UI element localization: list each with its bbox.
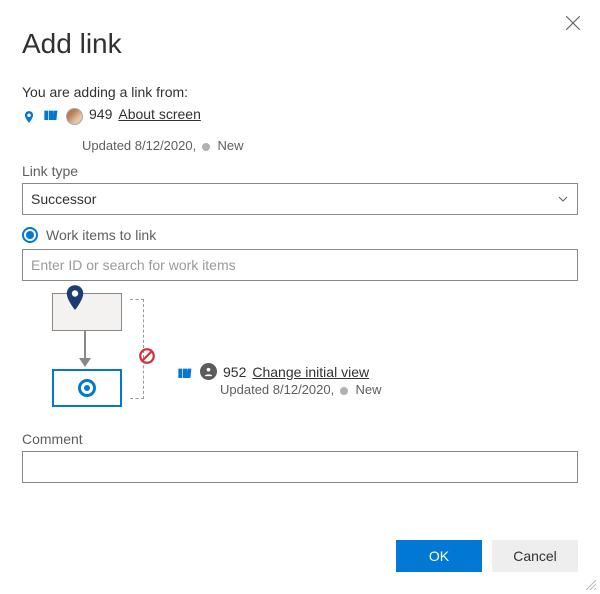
linked-title-link[interactable]: Change initial view: [252, 364, 369, 380]
comment-label: Comment: [22, 431, 578, 447]
dialog-title: Add link: [22, 28, 578, 60]
diagram-arrow-icon: [84, 331, 86, 359]
diagram-pin-icon: [64, 285, 86, 313]
linked-meta: Updated 8/12/2020, New: [220, 382, 381, 397]
work-items-heading: Work items to link: [22, 227, 578, 243]
avatar: [66, 108, 83, 125]
state-dot-icon: [202, 143, 210, 151]
source-work-item: 949 About screen: [22, 106, 578, 124]
state-dot-icon: [340, 387, 348, 395]
diagram-source-card: [52, 293, 122, 331]
linked-id: 952: [223, 364, 246, 380]
linked-state: New: [355, 382, 381, 397]
linked-work-item: 952 Change initial view Updated 8/12/202…: [176, 293, 381, 397]
resize-grip-icon[interactable]: [584, 578, 596, 590]
source-state: New: [217, 138, 243, 153]
source-updated: Updated 8/12/2020,: [82, 138, 196, 153]
linked-updated: Updated 8/12/2020,: [220, 382, 334, 397]
ok-button[interactable]: OK: [396, 540, 482, 572]
link-type-label: Link type: [22, 163, 578, 179]
source-title-link[interactable]: About screen: [118, 106, 201, 122]
pin-icon: [22, 108, 36, 126]
source-meta: Updated 8/12/2020, New: [82, 138, 578, 153]
target-icon: [22, 227, 38, 243]
comment-input[interactable]: [22, 451, 578, 483]
forbidden-icon: [138, 347, 156, 365]
diagram-target-card: [52, 369, 122, 407]
work-items-heading-text: Work items to link: [46, 227, 156, 243]
unassigned-avatar-icon: [200, 363, 217, 380]
source-id: 949: [89, 106, 112, 122]
intro-text: You are adding a link from:: [22, 84, 578, 100]
cancel-button[interactable]: Cancel: [492, 540, 578, 572]
link-type-value: Successor: [31, 191, 96, 207]
work-item-search-input[interactable]: [22, 249, 578, 281]
relationship-diagram: [22, 293, 162, 411]
chevron-down-icon: [557, 193, 569, 205]
close-button[interactable]: [564, 14, 582, 32]
book-icon: [176, 366, 194, 382]
diagram-target-icon: [78, 379, 96, 397]
link-type-select[interactable]: Successor: [22, 183, 578, 215]
book-icon: [42, 108, 60, 124]
